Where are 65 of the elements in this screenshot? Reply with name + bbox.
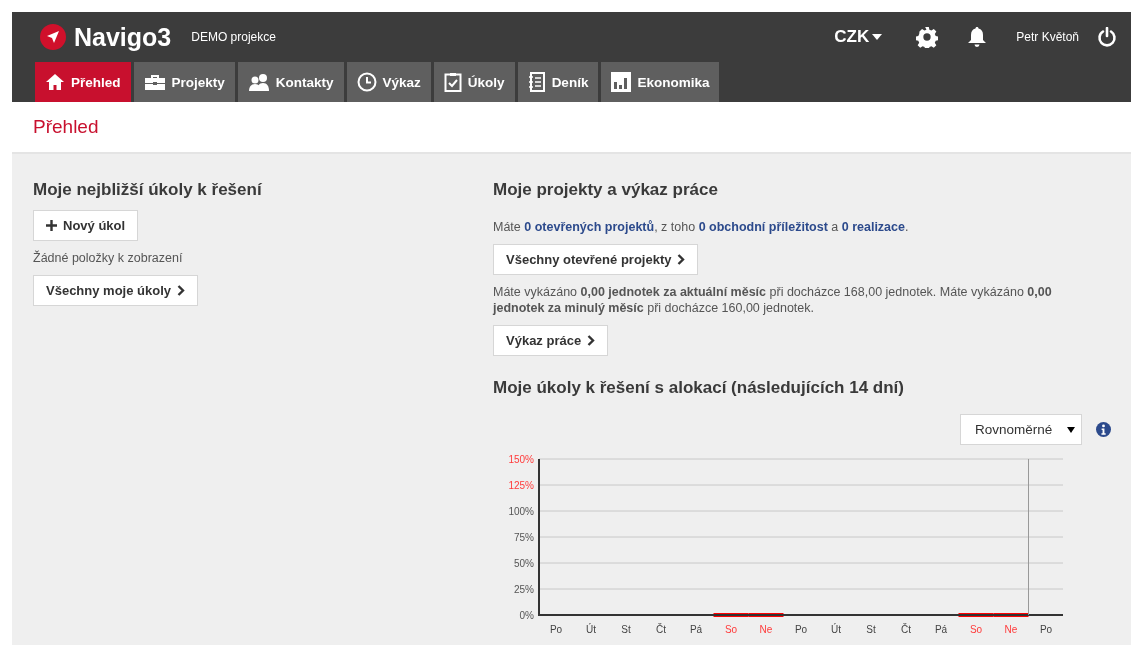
- x-tick-label: Po: [794, 624, 808, 635]
- clock-icon: [356, 72, 377, 92]
- new-task-button[interactable]: Nový úkol: [33, 210, 139, 241]
- summary-link[interactable]: 0 obchodní příležitost: [698, 220, 828, 234]
- x-tick-label: Pá: [689, 624, 703, 635]
- section-title: Moje projekty a výkaz práce: [493, 180, 718, 200]
- nav-tab[interactable]: Ekonomika: [601, 62, 720, 102]
- settings-icon[interactable]: [916, 26, 939, 48]
- nav-tab[interactable]: Projekty: [133, 62, 235, 102]
- x-tick-label: Ne: [1004, 624, 1018, 635]
- clipboard-icon: [443, 72, 462, 92]
- section-title: Moje úkoly k řešení s alokací (následujících 14 dní): [493, 378, 904, 398]
- summary-link[interactable]: 0 realizace: [841, 220, 905, 234]
- empty-message: Žádné položky k zobrazení: [33, 250, 183, 266]
- nav-tab[interactable]: Úkoly: [433, 62, 515, 102]
- x-tick-label: So: [724, 624, 738, 635]
- page-title: Přehled: [33, 116, 99, 138]
- bar-chart-icon: [611, 72, 632, 92]
- y-tick-label: 75%: [514, 531, 534, 543]
- section-title: Moje nejbližší úkoly k řešení: [33, 180, 262, 200]
- bell-icon[interactable]: [968, 27, 987, 47]
- allocation-dropdown[interactable]: Rovnoměrné: [960, 414, 1082, 445]
- x-tick-label: So: [969, 624, 983, 635]
- chevron-icon: [677, 254, 686, 265]
- notebook-icon: [527, 72, 546, 92]
- nav-tab[interactable]: Kontakty: [237, 62, 344, 102]
- report-summary: Máte vykázáno 0,00 jednotek za aktuální měsíc při docházce 168,00 jednotek. Máte vykázáno 0,00 jednotek za minulý měsíc při docházce 160,00 jednotek.: [493, 284, 1053, 316]
- plus-icon: [46, 220, 57, 231]
- currency-dropdown[interactable]: CZK: [834, 27, 883, 47]
- app-logo[interactable]: Navigo3: [74, 22, 172, 52]
- chevron-icon: [177, 285, 185, 296]
- project-name[interactable]: DEMO projekce: [191, 30, 276, 44]
- y-tick-label: 125%: [508, 479, 534, 491]
- y-tick-label: 100%: [508, 505, 534, 517]
- x-tick-label: Pá: [934, 624, 948, 635]
- briefcase-icon: [143, 73, 166, 91]
- nav-tab[interactable]: Přehled: [35, 62, 131, 102]
- x-tick-label: Út: [586, 624, 596, 635]
- chevron-icon: [587, 335, 596, 346]
- x-tick-label: Ne: [759, 624, 773, 635]
- logo-icon[interactable]: [40, 24, 66, 50]
- x-tick-label: Čt: [901, 624, 911, 635]
- caret-icon: [872, 34, 883, 40]
- caret-icon: [1067, 426, 1075, 433]
- home-icon: [45, 73, 65, 91]
- power-icon[interactable]: [1097, 27, 1117, 47]
- all-tasks-button[interactable]: Všechny moje úkoly: [33, 275, 198, 306]
- info-icon[interactable]: [1096, 422, 1111, 437]
- y-tick-label: 50%: [514, 557, 534, 569]
- x-tick-label: Po: [549, 624, 563, 635]
- nav-tab[interactable]: Výkaz: [346, 62, 431, 102]
- people-icon: [247, 73, 270, 91]
- projects-summary: Máte 0 otevřených projektů, z toho 0 obchodní příležitost a 0 realizace.: [493, 219, 909, 235]
- x-tick-label: Po: [1039, 624, 1053, 635]
- x-tick-label: Út: [831, 624, 841, 635]
- user-name[interactable]: Petr Květoň: [1016, 30, 1079, 44]
- timesheet-button[interactable]: Výkaz práce: [493, 325, 609, 356]
- x-tick-label: Čt: [656, 624, 666, 635]
- nav-tab[interactable]: Deník: [517, 62, 599, 102]
- x-tick-label: St: [866, 624, 876, 635]
- y-tick-label: 150%: [508, 453, 534, 465]
- open-projects-button[interactable]: Všechny otevřené projekty: [493, 244, 699, 275]
- y-tick-label: 0%: [519, 609, 534, 621]
- x-tick-label: St: [621, 624, 631, 635]
- y-tick-label: 25%: [514, 583, 534, 595]
